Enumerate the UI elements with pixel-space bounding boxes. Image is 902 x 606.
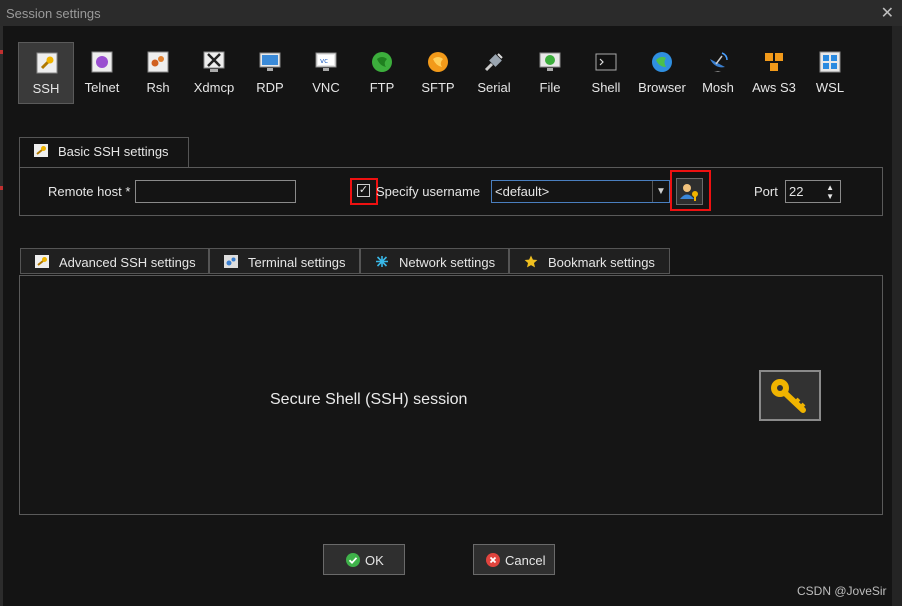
stepper-up-icon[interactable]: ▲ xyxy=(826,183,834,192)
session-type-label: SSH xyxy=(32,81,60,96)
tab-terminal-settings[interactable]: Terminal settings xyxy=(209,248,360,274)
username-value: <default> xyxy=(495,184,550,199)
session-type-shell[interactable]: Shell xyxy=(578,42,634,104)
session-type-xdmcp[interactable]: Xdmcp xyxy=(186,42,242,104)
windows-icon xyxy=(819,51,841,73)
tab-label: Terminal settings xyxy=(248,255,346,270)
wrench-icon xyxy=(36,52,58,74)
session-type-browser[interactable]: Browser xyxy=(634,42,690,104)
session-type-label: RDP xyxy=(256,80,284,95)
session-type-label: Rsh xyxy=(146,80,170,95)
tab-bookmark-settings[interactable]: Bookmark settings xyxy=(509,248,670,274)
chevron-down-icon[interactable]: ▼ xyxy=(652,181,669,202)
session-type-sftp[interactable]: SFTP xyxy=(410,42,466,104)
session-type-label: Browser xyxy=(638,80,686,95)
session-type-ftp[interactable]: FTP xyxy=(354,42,410,104)
terminal-icon xyxy=(595,53,617,71)
browser-globe-icon xyxy=(652,52,672,72)
session-type-serial[interactable]: Serial xyxy=(466,42,522,104)
ok-label: OK xyxy=(365,553,384,568)
specify-username-checkbox[interactable]: ✓ xyxy=(357,184,370,197)
sftp-globe-icon xyxy=(428,52,448,72)
session-type-label: VNC xyxy=(312,80,340,95)
session-type-label: File xyxy=(539,80,561,95)
x-icon xyxy=(203,51,225,72)
satellite-dish-icon xyxy=(710,52,728,72)
right-window-edge xyxy=(892,26,902,606)
ftp-globe-icon xyxy=(372,52,392,72)
close-icon[interactable]: ✕ xyxy=(881,3,894,23)
serial-plug-icon xyxy=(484,53,503,72)
wrench-icon xyxy=(34,144,48,157)
user-key-icon xyxy=(680,184,698,201)
tab-label: Advanced SSH settings xyxy=(59,255,196,270)
remote-host-label: Remote host * xyxy=(48,184,131,199)
tab-basic-ssh-settings[interactable]: Basic SSH settings xyxy=(19,137,189,168)
terminal-settings-icon xyxy=(224,255,238,268)
session-type-toolbar: SSH Telnet Rsh Xdmcp RDP vc VNC FTP SFTP… xyxy=(18,42,878,104)
session-type-rsh[interactable]: Rsh xyxy=(130,42,186,104)
session-type-label: WSL xyxy=(815,80,845,95)
specify-username-label: Specify username xyxy=(376,184,481,199)
session-type-telnet[interactable]: Telnet xyxy=(74,42,130,104)
aws-cubes-icon xyxy=(765,53,783,71)
wrench-icon xyxy=(35,255,49,268)
tab-label: Basic SSH settings xyxy=(58,144,169,159)
session-type-aws-s3[interactable]: Aws S3 xyxy=(746,42,802,104)
file-monitor-icon xyxy=(539,52,561,71)
port-stepper[interactable]: 22 ▲ ▼ xyxy=(785,180,841,203)
title-bar: Session settings ✕ xyxy=(0,0,902,26)
session-settings-window: Session settings ✕ SSH Telnet Rsh Xdmcp … xyxy=(0,0,902,606)
svg-text:vc: vc xyxy=(320,57,328,65)
key-icon xyxy=(771,379,806,413)
check-circle-icon xyxy=(346,553,360,567)
cancel-button[interactable]: Cancel xyxy=(473,544,555,575)
tab-label: Network settings xyxy=(399,255,496,270)
edge-mark xyxy=(0,186,3,190)
session-type-label: Mosh xyxy=(702,80,734,95)
session-type-label: Aws S3 xyxy=(752,80,796,95)
star-icon xyxy=(524,255,538,268)
rsh-icon xyxy=(147,51,169,73)
key-tile xyxy=(759,370,821,421)
remote-host-input[interactable] xyxy=(135,180,296,203)
tab-advanced-ssh-settings[interactable]: Advanced SSH settings xyxy=(20,248,209,274)
left-window-edge xyxy=(0,26,3,606)
port-value: 22 xyxy=(789,184,804,199)
session-type-ssh[interactable]: SSH xyxy=(18,42,74,104)
watermark-text: CSDN @JoveSir xyxy=(797,584,887,598)
edge-mark xyxy=(0,50,3,54)
cancel-label: Cancel xyxy=(505,553,546,568)
session-type-label: SFTP xyxy=(421,80,455,95)
stepper-down-icon[interactable]: ▼ xyxy=(826,192,834,201)
port-label: Port xyxy=(754,184,778,199)
user-credentials-button[interactable] xyxy=(676,178,703,205)
telnet-icon xyxy=(91,51,113,73)
session-description-panel: Secure Shell (SSH) session xyxy=(19,275,883,515)
session-type-label: Serial xyxy=(477,80,511,95)
username-dropdown[interactable]: <default> ▼ xyxy=(491,180,670,203)
window-title: Session settings xyxy=(6,6,101,21)
cancel-circle-icon xyxy=(486,553,500,567)
session-type-label: Xdmcp xyxy=(193,80,235,95)
vnc-icon: vc xyxy=(315,52,337,71)
session-type-label: Telnet xyxy=(84,80,120,95)
session-type-vnc[interactable]: vc VNC xyxy=(298,42,354,104)
session-type-mosh[interactable]: Mosh xyxy=(690,42,746,104)
session-type-label: FTP xyxy=(369,80,395,95)
tab-label: Bookmark settings xyxy=(548,255,655,270)
session-description: Secure Shell (SSH) session xyxy=(270,391,468,408)
session-type-file[interactable]: File xyxy=(522,42,578,104)
tab-network-settings[interactable]: Network settings xyxy=(360,248,509,274)
ok-button[interactable]: OK xyxy=(323,544,405,575)
network-icon xyxy=(376,256,388,267)
rdp-monitor-icon xyxy=(259,52,281,71)
session-type-wsl[interactable]: WSL xyxy=(802,42,858,104)
session-type-rdp[interactable]: RDP xyxy=(242,42,298,104)
session-type-label: Shell xyxy=(591,80,621,95)
